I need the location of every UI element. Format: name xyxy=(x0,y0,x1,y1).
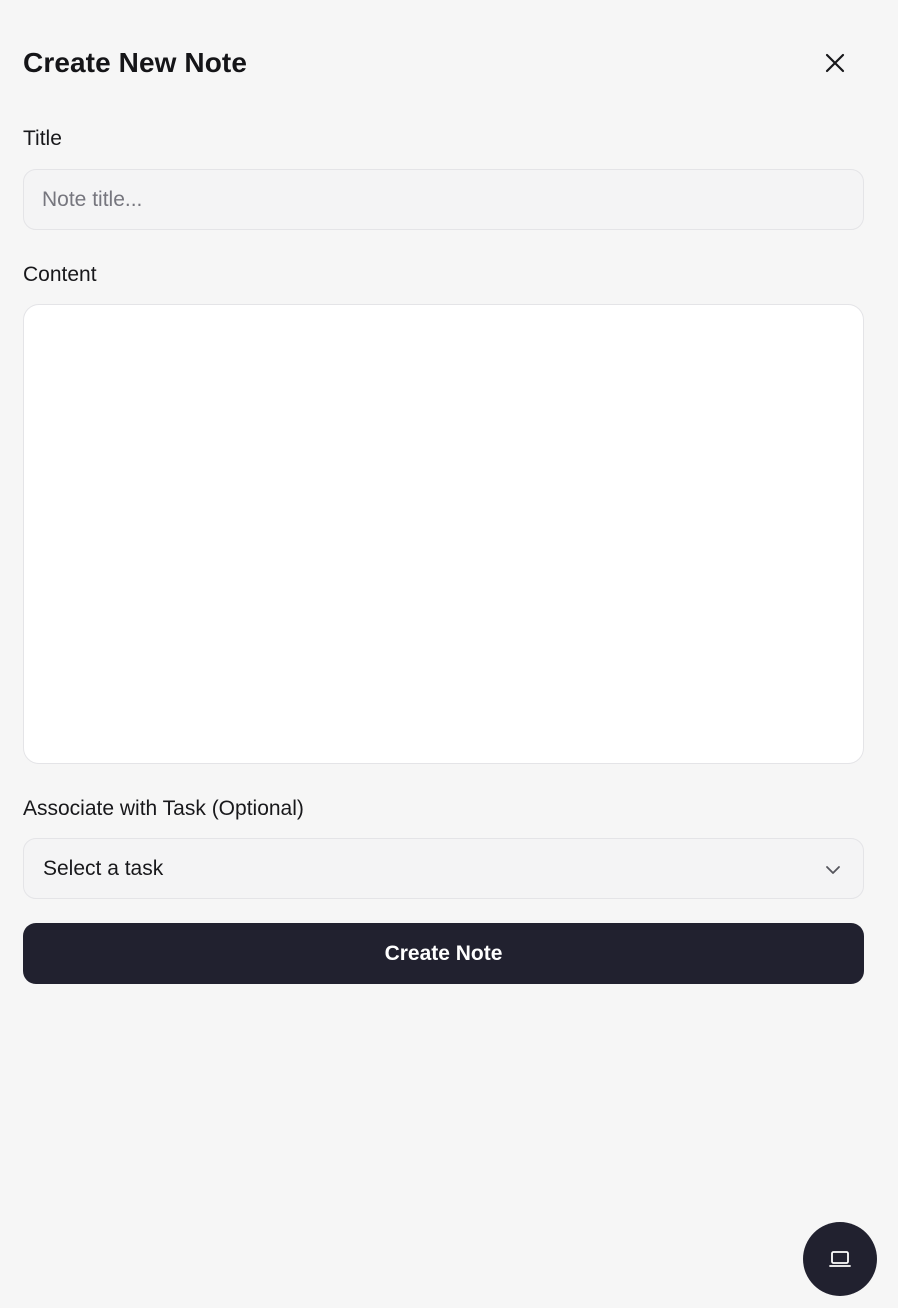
dialog-header: Create New Note xyxy=(23,0,864,126)
content-textarea[interactable] xyxy=(23,304,864,764)
page-title: Create New Note xyxy=(23,47,248,78)
title-input[interactable] xyxy=(23,169,864,230)
floating-action-button[interactable] xyxy=(803,1222,877,1296)
close-icon xyxy=(825,53,845,73)
create-note-dialog: Create New Note Title Content Associate … xyxy=(23,0,864,984)
task-label: Associate with Task (Optional) xyxy=(23,797,304,820)
content-label: Content xyxy=(23,263,97,286)
task-select[interactable]: Select a task xyxy=(23,838,864,899)
close-button[interactable] xyxy=(822,50,848,76)
chevron-down-icon xyxy=(826,866,840,874)
create-note-button[interactable]: Create Note xyxy=(23,923,864,984)
laptop-icon xyxy=(829,1251,851,1267)
title-label: Title xyxy=(23,127,62,150)
task-select-value: Select a task xyxy=(43,857,164,880)
